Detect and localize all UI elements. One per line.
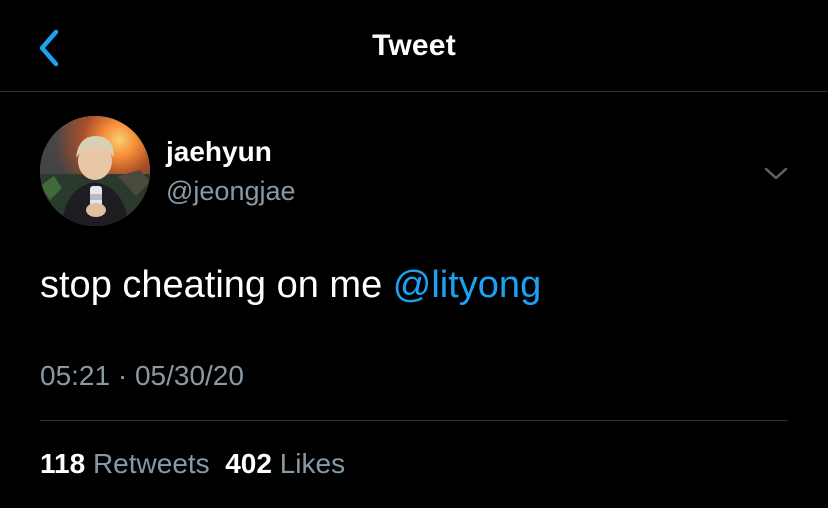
divider: [40, 420, 788, 421]
tweet-timestamp: 05:21 · 05/30/20: [40, 360, 244, 391]
more-options-button[interactable]: [758, 160, 794, 188]
chevron-down-icon: [764, 167, 788, 180]
tweet-body-text: stop cheating on me: [40, 264, 393, 306]
mention-link[interactable]: @lityong: [393, 264, 541, 306]
likes-count: 402: [225, 448, 272, 479]
retweets-label: Retweets: [92, 448, 210, 479]
navigation-bar: Tweet: [0, 0, 828, 92]
avatar[interactable]: [40, 116, 150, 226]
page-title: Tweet: [372, 29, 456, 62]
retweets-count: 118: [40, 448, 86, 479]
retweets-stat[interactable]: 118 Retweets: [40, 448, 210, 479]
likes-label: Likes: [279, 448, 346, 479]
avatar-photo: [40, 116, 150, 226]
tweet-text: stop cheating on me @lityong: [40, 264, 541, 307]
author-handle: @jeongjae: [166, 176, 296, 206]
author-name[interactable]: jaehyun: [166, 136, 272, 168]
likes-stat[interactable]: 402 Likes: [225, 448, 345, 479]
tweet-stats: 118 Retweets 402 Likes: [40, 448, 345, 480]
